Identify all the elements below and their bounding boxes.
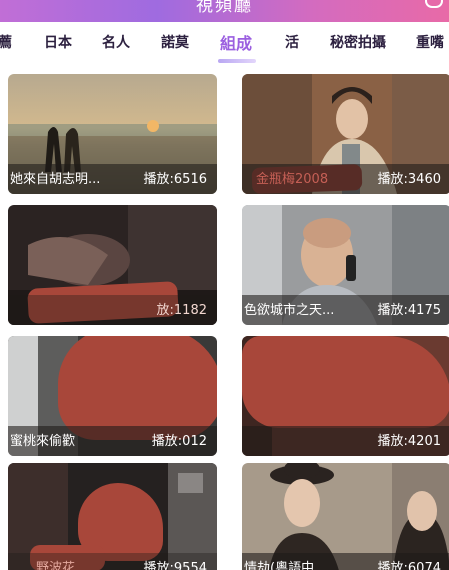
redaction-mark <box>58 336 217 440</box>
video-card[interactable]: 情劫(粵語中... 播放:6074 <box>242 463 449 570</box>
play-count: 播放:4201 <box>377 434 441 449</box>
video-caption: 播放:4201 <box>242 426 449 456</box>
active-tab-indicator <box>218 59 256 63</box>
video-card[interactable]: 色欲城市之天... 播放:4175 <box>242 205 449 325</box>
tab-celebrity[interactable]: 名人 <box>102 32 130 52</box>
video-title: 金瓶梅2008 <box>256 172 329 187</box>
video-card[interactable]: 金瓶梅2008 播放:3460 <box>242 74 449 194</box>
play-count: 播放:9554 <box>143 561 207 570</box>
play-count: 播放:6074 <box>377 561 441 570</box>
play-count: 放:1182 <box>156 303 207 318</box>
video-caption: 金瓶梅2008 播放:3460 <box>242 164 449 194</box>
video-title: 蜜桃來偷歡 <box>10 434 76 449</box>
redaction-mark <box>242 336 449 428</box>
play-count: 播放:6516 <box>143 172 207 187</box>
video-caption: 野波花 播放:9554 <box>8 553 217 570</box>
video-grid: 她來自胡志明... 播放:6516 金瓶梅2008 播放:3460 放:1182… <box>0 66 449 570</box>
video-caption: 情劫(粵語中... 播放:6074 <box>242 553 449 570</box>
video-caption: 色欲城市之天... 播放:4175 <box>242 295 449 325</box>
play-count: 播放:3460 <box>377 172 441 187</box>
video-title: 情劫(粵語中... <box>244 561 327 570</box>
video-card[interactable]: 野波花 播放:9554 <box>8 463 217 570</box>
tab-heavy[interactable]: 重嘴 <box>416 32 444 52</box>
video-card[interactable]: 放:1182 <box>8 205 217 325</box>
video-caption: 她來自胡志明... 播放:6516 <box>8 164 217 194</box>
video-title: 色欲城市之天... <box>244 303 335 318</box>
video-card[interactable]: 播放:4201 <box>242 336 449 456</box>
video-title: 野波花 <box>36 561 76 570</box>
video-card[interactable]: 她來自胡志明... 播放:6516 <box>8 74 217 194</box>
app-header: 視頻廳 <box>0 0 449 22</box>
video-card[interactable]: 蜜桃來偷歡 播放:012 <box>8 336 217 456</box>
page-title: 視頻廳 <box>196 0 253 16</box>
tab-secret[interactable]: 秘密拍攝 <box>330 32 386 52</box>
play-count: 播放:4175 <box>377 303 441 318</box>
category-tabs: 薦 日本 名人 諾莫 組成 活 秘密拍攝 重嘴 <box>0 22 449 66</box>
tab-japan[interactable]: 日本 <box>44 32 72 52</box>
tab-nuomo[interactable]: 諾莫 <box>161 32 189 52</box>
video-caption: 蜜桃來偷歡 播放:012 <box>8 426 217 456</box>
tab-group[interactable]: 組成 <box>220 30 252 54</box>
tab-recommend[interactable]: 薦 <box>0 32 12 52</box>
video-caption: 放:1182 <box>8 295 217 325</box>
play-count: 播放:012 <box>151 434 207 449</box>
tab-live[interactable]: 活 <box>285 32 299 52</box>
video-title: 她來自胡志明... <box>10 172 101 187</box>
